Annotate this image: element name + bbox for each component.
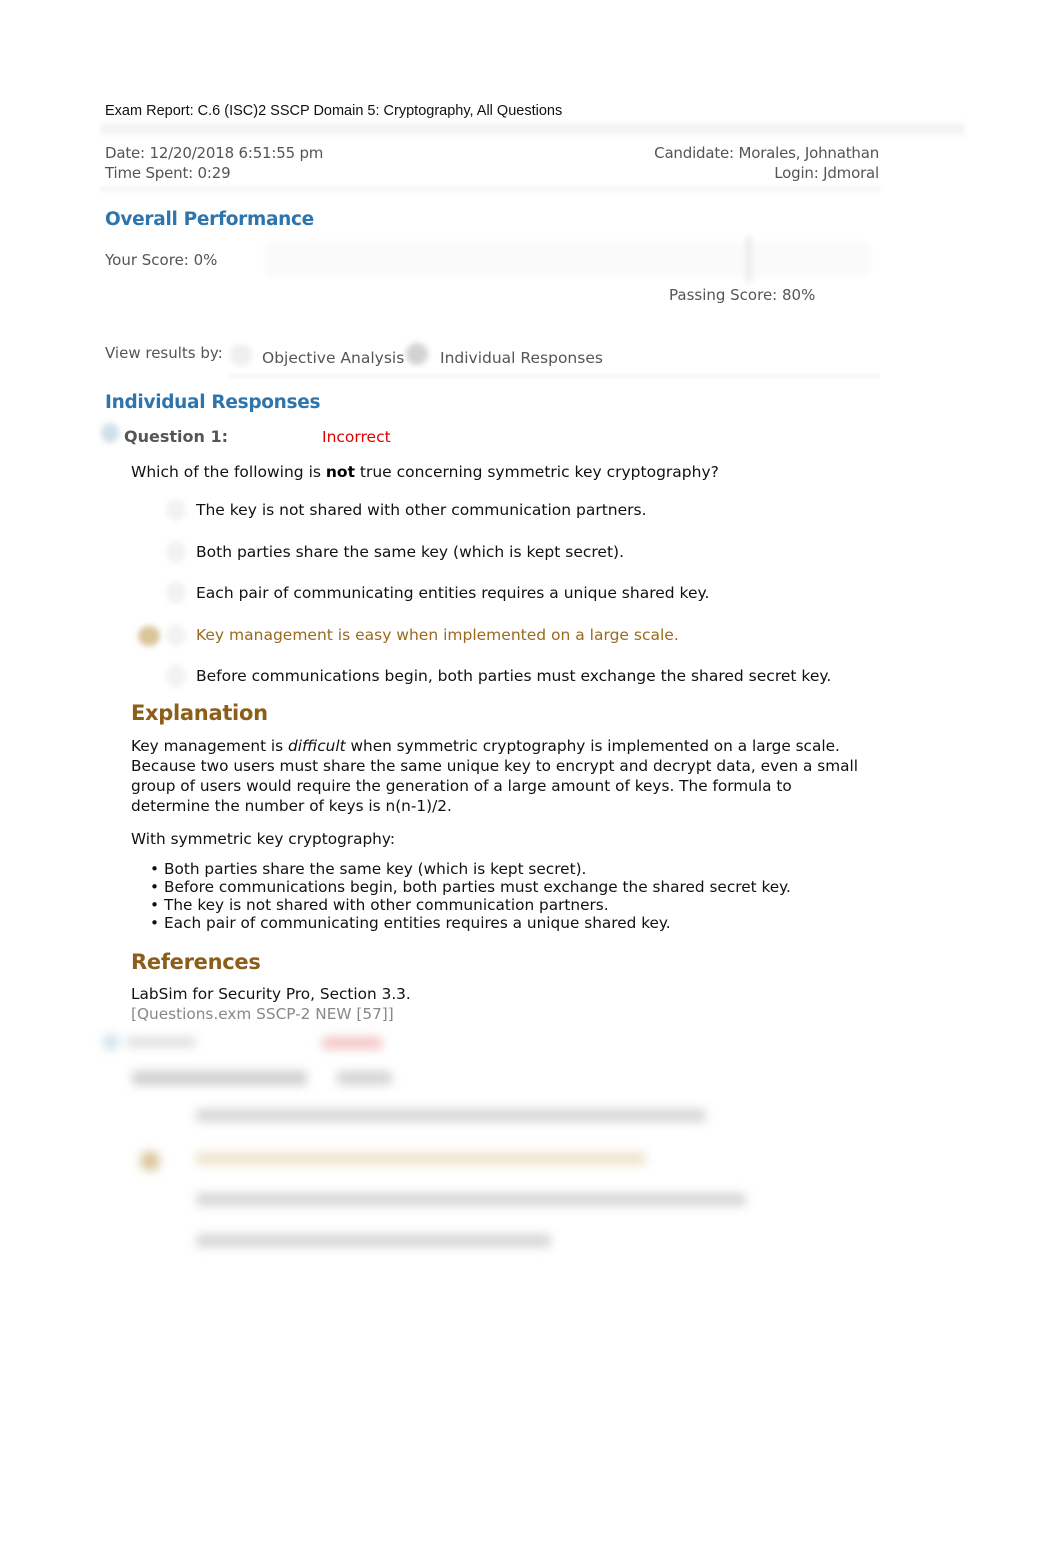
choice-radio-icon <box>166 541 186 563</box>
individual-responses-heading: Individual Responses <box>105 392 321 413</box>
passing-score-label: Passing Score: 80% <box>669 286 816 304</box>
report-meta-right: Candidate: Morales, Johnathan Login: Jdm… <box>654 143 879 183</box>
blurred-choice-selected <box>196 1152 646 1165</box>
bullet-item: • Each pair of communicating entities req… <box>150 914 671 932</box>
blurred-selected-icon <box>140 1151 160 1171</box>
choice-radio-icon <box>166 499 186 521</box>
choice-option: Each pair of communicating entities requ… <box>196 584 710 602</box>
question-text: Which of the following is not true conce… <box>131 463 719 481</box>
individual-responses-option[interactable]: Individual Responses <box>440 349 603 367</box>
blurred-question-text <box>132 1071 307 1085</box>
report-date: Date: 12/20/2018 6:51:55 pm <box>105 144 324 162</box>
report-title: Exam Report: C.6 (ISC)2 SSCP Domain 5: C… <box>105 103 563 119</box>
choice-option: Both parties share the same key (which i… <box>196 543 625 561</box>
blurred-question-status <box>322 1037 382 1049</box>
choice-radio-icon <box>166 582 186 604</box>
choice-radio-icon <box>166 624 186 646</box>
blurred-choice <box>196 1109 706 1122</box>
meta-divider <box>100 184 880 194</box>
question-label: Question 1: <box>124 427 228 446</box>
bullet-item: • The key is not shared with other commun… <box>150 896 609 914</box>
question-expand-icon[interactable] <box>101 423 119 443</box>
explanation-heading: Explanation <box>131 701 268 725</box>
explanation-text: Key management is <box>131 737 289 755</box>
passing-score-marker <box>746 236 752 282</box>
choice-option-selected: Key management is easy when implemented … <box>196 626 679 644</box>
choice-radio-icon <box>166 665 186 687</box>
question-status: Incorrect <box>322 428 391 446</box>
question-text-post: true concerning symmetric key cryptograp… <box>354 463 719 481</box>
question-text-pre: Which of the following is <box>131 463 326 481</box>
blurred-question-label <box>126 1037 196 1047</box>
objective-analysis-option[interactable]: Objective Analysis <box>262 349 404 367</box>
bullet-item: • Before communications begin, both parti… <box>150 878 791 896</box>
report-time-spent: Time Spent: 0:29 <box>105 164 231 182</box>
your-score-label: Your Score: 0% <box>105 251 218 269</box>
title-divider <box>100 120 965 138</box>
selected-answer-icon <box>138 626 160 646</box>
bullet-text: Both parties share the same key (which i… <box>164 860 587 878</box>
reference-text: LabSim for Security Pro, Section 3.3. <box>131 985 411 1003</box>
blurred-question-text <box>337 1071 392 1085</box>
choice-option: Before communications begin, both partie… <box>196 667 832 685</box>
explanation-bullet-list: • Both parties share the same key (which … <box>150 860 791 932</box>
report-login: Login: Jdmoral <box>774 164 879 182</box>
overall-performance-heading: Overall Performance <box>105 209 314 230</box>
score-bar <box>265 236 870 282</box>
objective-analysis-radio[interactable] <box>230 344 252 366</box>
explanation-intro: With symmetric key cryptography: <box>131 830 395 848</box>
individual-responses-radio[interactable] <box>406 343 428 365</box>
report-meta-left: Date: 12/20/2018 6:51:55 pm Time Spent: … <box>105 143 323 183</box>
explanation-emphasis: difficult <box>288 737 346 755</box>
references-heading: References <box>131 950 261 974</box>
bullet-text: Before communications begin, both partie… <box>164 878 791 896</box>
bullet-text: The key is not shared with other communi… <box>164 896 609 914</box>
blurred-choice <box>196 1193 746 1206</box>
view-results-label: View results by: <box>105 344 223 362</box>
report-candidate: Candidate: Morales, Johnathan <box>654 144 879 162</box>
reference-source: [Questions.exm SSCP-2 NEW [57]] <box>131 1005 394 1023</box>
blurred-question-icon <box>103 1034 119 1050</box>
question-text-emphasis: not <box>325 463 355 481</box>
bullet-item: • Both parties share the same key (which … <box>150 860 587 878</box>
choice-option: The key is not shared with other communi… <box>196 501 647 519</box>
view-divider <box>230 372 880 380</box>
explanation-paragraph: Key management is difficult when symmetr… <box>131 736 861 816</box>
bullet-text: Each pair of communicating entities requ… <box>164 914 671 932</box>
blurred-choice <box>196 1234 551 1247</box>
